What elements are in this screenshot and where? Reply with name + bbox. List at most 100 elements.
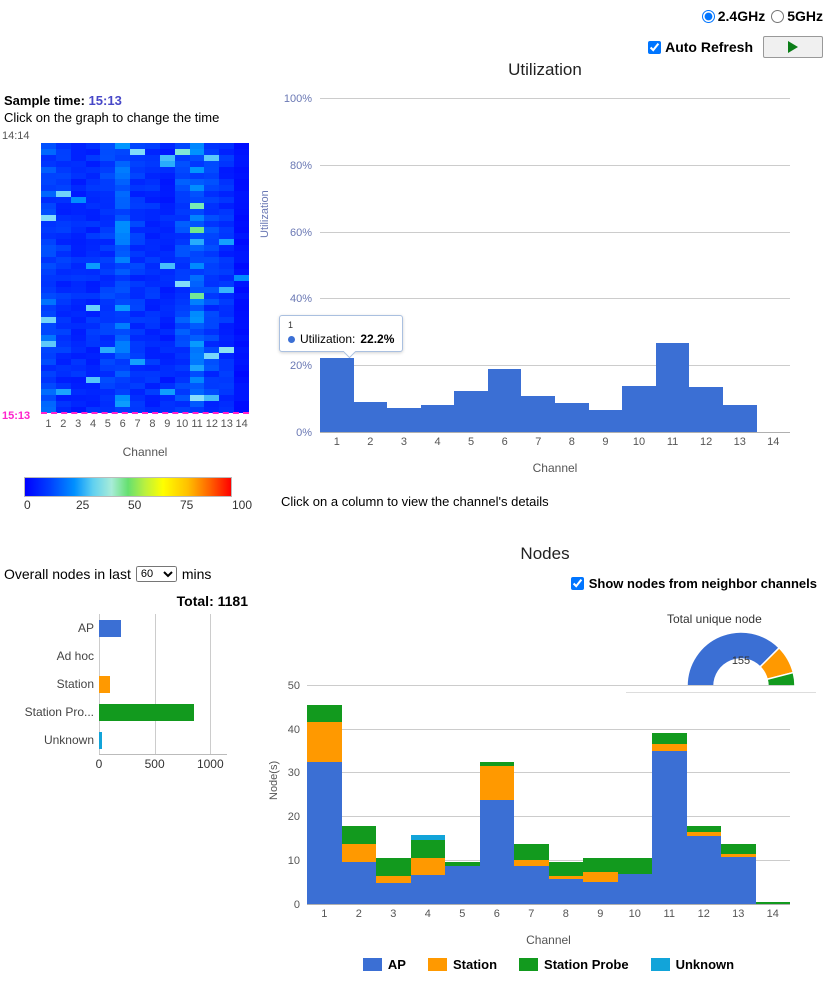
utilization-bar-slot[interactable] (622, 98, 656, 432)
band-radio-5ghz[interactable] (771, 9, 785, 23)
overall-nodes-row[interactable]: Ad hoc (57, 642, 227, 670)
utilization-bar[interactable] (320, 357, 354, 432)
utilization-bar-slot[interactable] (655, 98, 690, 432)
nodes-bar-slot[interactable] (583, 676, 618, 904)
overall-nodes-bar[interactable] (99, 703, 195, 721)
nodes-bar-segment[interactable] (341, 843, 376, 863)
utilization-bar[interactable] (521, 395, 556, 432)
utilization-bar-slot[interactable] (387, 98, 421, 432)
overall-nodes-bar-chart[interactable]: AP Ad hoc Station Station Pro... Unknown (25, 614, 227, 754)
nodes-bar-segment[interactable] (445, 865, 480, 904)
nodes-bar-segment[interactable] (548, 862, 583, 876)
nodes-bar-segment[interactable] (583, 882, 618, 904)
overall-nodes-bar[interactable] (99, 619, 122, 637)
nodes-bar-segment[interactable] (376, 882, 411, 904)
utilization-bar-slot[interactable] (722, 98, 757, 432)
overall-nodes-row[interactable]: Station (57, 670, 227, 698)
utilization-bar[interactable] (655, 342, 690, 432)
minutes-select[interactable]: 153060120 (135, 566, 177, 582)
neighbor-channels-toggle[interactable]: Show nodes from neighbor channels (570, 576, 817, 591)
nodes-bar-segment[interactable] (721, 856, 756, 904)
nodes-bar-segment[interactable] (652, 750, 687, 904)
band-radio-24ghz[interactable] (701, 9, 715, 23)
utilization-bar-slot[interactable] (521, 98, 556, 432)
utilization-bar[interactable] (387, 408, 421, 432)
heatmap-time-marker[interactable] (41, 412, 249, 414)
band-option-24ghz[interactable]: 2.4GHz (701, 8, 765, 24)
utilization-bar-slot[interactable] (353, 98, 388, 432)
nodes-bar-segment[interactable] (410, 840, 445, 858)
utilization-bar[interactable] (622, 386, 656, 432)
utilization-bar-slot[interactable] (588, 98, 623, 432)
nodes-bar-segment[interactable] (479, 765, 514, 800)
nodes-bar-slot[interactable] (514, 676, 549, 904)
utilization-x-tick: 1 (333, 436, 340, 448)
nodes-bar-segment[interactable] (410, 874, 445, 904)
nodes-bar-slot[interactable] (376, 676, 411, 904)
nodes-legend-item[interactable]: Station (427, 957, 497, 972)
nodes-bar-slot[interactable] (341, 676, 376, 904)
nodes-bar-slot[interactable] (652, 676, 687, 904)
utilization-bar-slot[interactable] (420, 98, 455, 432)
nodes-bar-slot[interactable] (617, 676, 652, 904)
nodes-bar-segment[interactable] (410, 857, 445, 875)
neighbor-channels-checkbox[interactable] (570, 577, 584, 590)
band-option-5ghz[interactable]: 5GHz (771, 8, 823, 24)
nodes-bar-segment[interactable] (686, 836, 721, 904)
nodes-bar-segment[interactable] (548, 879, 583, 904)
channel-utilization-heatmap[interactable] (41, 143, 249, 413)
utilization-bar[interactable] (454, 390, 488, 432)
utilization-bar[interactable] (689, 386, 723, 432)
band-selector[interactable]: 2.4GHz 5GHz (701, 8, 823, 24)
utilization-bar-slot[interactable] (454, 98, 488, 432)
nodes-bar-segment[interactable] (721, 843, 756, 854)
nodes-bar-segment[interactable] (307, 704, 342, 723)
overall-nodes-row[interactable]: Unknown (44, 726, 227, 754)
nodes-bar-segment[interactable] (341, 862, 376, 904)
utilization-bar-slot[interactable] (689, 98, 723, 432)
nodes-bar-segment[interactable] (583, 857, 618, 872)
nodes-bar-slot[interactable] (445, 676, 480, 904)
utilization-bar-slot[interactable] (757, 98, 791, 432)
nodes-stacked-bar-chart[interactable]: 0 10 20 30 40 50 (288, 676, 790, 911)
nodes-bar-segment[interactable] (307, 761, 342, 904)
nodes-bar-segment[interactable] (617, 858, 652, 875)
nodes-bar-slot[interactable] (686, 676, 721, 904)
nodes-bar-segment[interactable] (341, 826, 376, 844)
utilization-bar[interactable] (420, 404, 455, 432)
nodes-bar-segment[interactable] (376, 858, 411, 877)
utilization-bar[interactable] (555, 402, 589, 432)
nodes-legend-item[interactable]: Unknown (650, 957, 734, 972)
overall-nodes-row[interactable]: AP (78, 614, 227, 642)
nodes-bar-segment[interactable] (514, 865, 549, 904)
auto-refresh-checkbox[interactable] (648, 40, 662, 54)
nodes-bar-slot[interactable] (721, 676, 756, 904)
utilization-bar[interactable] (722, 405, 757, 432)
nodes-bar-segment[interactable] (514, 844, 549, 860)
nodes-bar-slot[interactable] (479, 676, 514, 904)
utilization-bar-slot[interactable] (487, 98, 522, 432)
overall-nodes-bar[interactable] (99, 675, 111, 693)
utilization-bar[interactable] (588, 409, 623, 432)
overall-nodes-row[interactable]: Station Pro... (25, 698, 227, 726)
utilization-bar[interactable] (487, 369, 522, 432)
utilization-bar-slot[interactable] (320, 98, 354, 432)
nodes-bar-slot[interactable] (755, 676, 790, 904)
refresh-play-button[interactable] (763, 36, 823, 58)
nodes-bar-segment[interactable] (307, 722, 342, 762)
nodes-legend-item[interactable]: Station Probe (519, 957, 629, 972)
nodes-bar-segment[interactable] (583, 872, 618, 883)
utilization-bar-slot[interactable] (555, 98, 589, 432)
utilization-bar[interactable] (353, 401, 388, 432)
nodes-bar-slot[interactable] (410, 676, 445, 904)
utilization-chart[interactable]: 0% 20% 40% 60% 80% 100% (284, 93, 791, 439)
nodes-bar-segment[interactable] (617, 874, 652, 904)
nodes-x-tick: 10 (628, 908, 641, 920)
nodes-bar-slot[interactable] (307, 676, 342, 904)
nodes-bar-slot[interactable] (548, 676, 583, 904)
auto-refresh-toggle[interactable]: Auto Refresh (648, 39, 753, 55)
nodes-bar-segment[interactable] (479, 799, 514, 904)
nodes-bar-segment[interactable] (652, 733, 687, 744)
nodes-legend-item[interactable]: AP (362, 957, 406, 972)
overall-nodes-bar[interactable] (99, 731, 102, 749)
